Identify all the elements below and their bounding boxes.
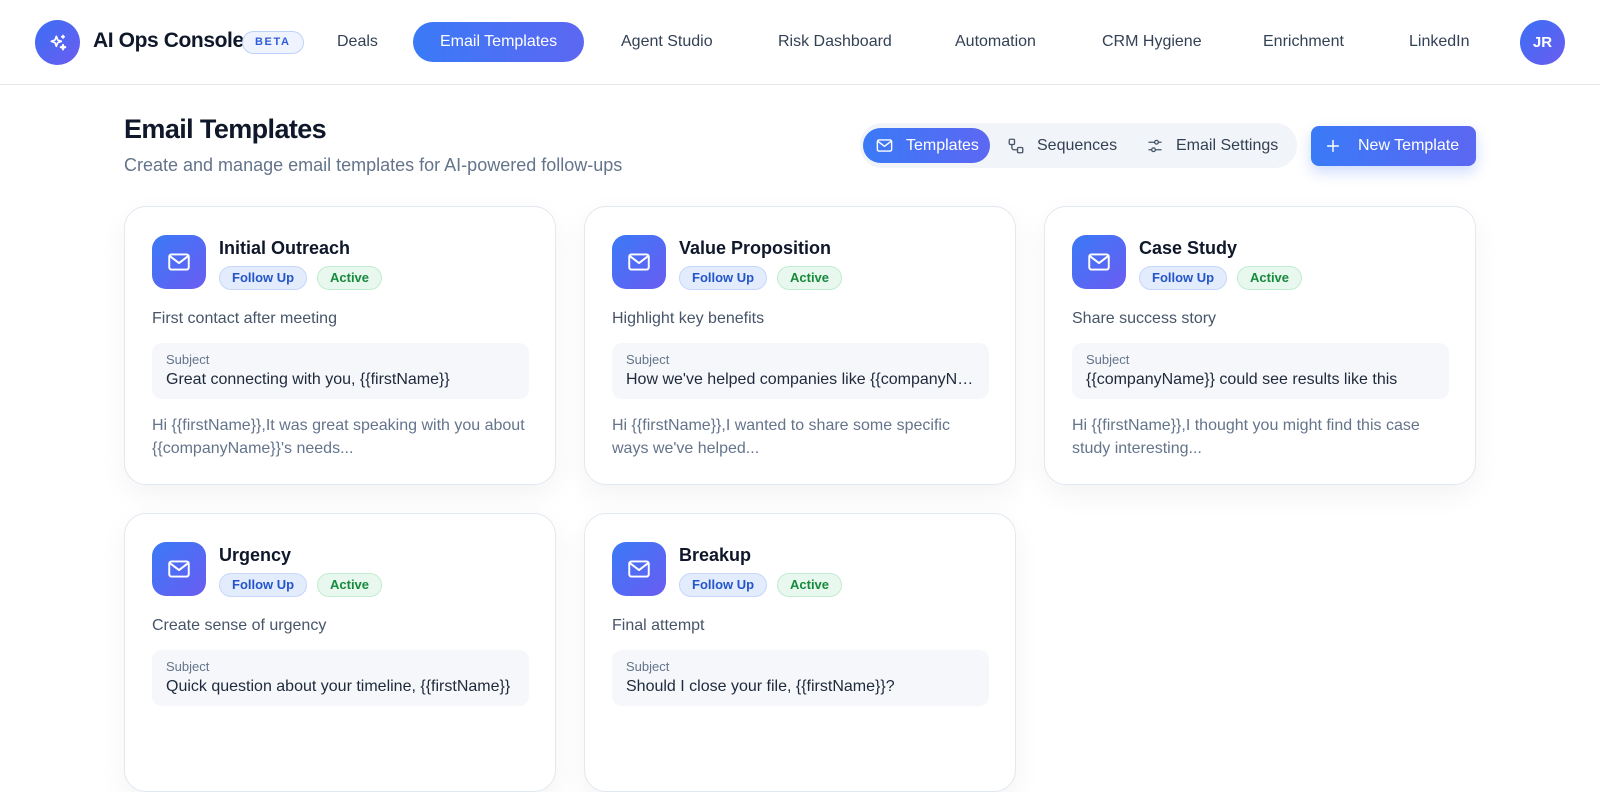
template-name: Case Study: [1139, 238, 1238, 258]
nav-item-risk-dashboard[interactable]: Risk Dashboard: [778, 22, 892, 62]
nav-item-automation[interactable]: Automation: [955, 22, 1036, 62]
top-navbar: AI Ops Console BETA Deals Email Template…: [0, 0, 1600, 85]
body-preview: Hi {{firstName}},It was great speaking w…: [152, 417, 525, 457]
nav-item-email-templates[interactable]: Email Templates: [413, 22, 585, 62]
subject-text: Quick question about your timeline, {{fi…: [166, 678, 511, 695]
nav-item-crm-hygiene[interactable]: CRM Hygiene: [1102, 22, 1202, 62]
sparkle-logo-icon[interactable]: [35, 20, 80, 65]
plus-icon: [1326, 139, 1340, 153]
template-name: Urgency: [219, 545, 292, 565]
mail-icon: [876, 139, 893, 152]
mail-icon: [612, 542, 666, 596]
mail-icon: [152, 235, 206, 289]
subject-text: {{companyName}} could see results like t…: [1086, 371, 1398, 388]
subject-box: Subject Should I close your file, {{firs…: [612, 650, 989, 706]
nav-item-linkedin[interactable]: LinkedIn: [1409, 22, 1470, 62]
subject-label: Subject: [166, 352, 210, 367]
template-card-case-study[interactable]: Case Study Follow Up Active Share succes…: [1044, 206, 1476, 485]
type-badge: Follow Up: [219, 266, 308, 290]
subject-label: Subject: [626, 659, 670, 674]
beta-badge: BETA: [242, 31, 304, 54]
body-preview: Hi {{firstName}},I wanted to share some …: [612, 417, 950, 457]
page-title: Email Templates: [124, 114, 327, 144]
type-badge: Follow Up: [1139, 266, 1228, 290]
settings-sliders-icon: [1148, 139, 1162, 152]
type-badge: Follow Up: [219, 573, 308, 597]
subject-label: Subject: [166, 659, 210, 674]
sequence-icon: [1008, 138, 1024, 153]
tab-templates-label: Templates: [906, 137, 979, 154]
status-badge: Active: [777, 266, 843, 290]
tab-email-settings-label: Email Settings: [1176, 137, 1279, 154]
nav-item-agent-studio[interactable]: Agent Studio: [621, 22, 713, 62]
app-title: AI Ops Console: [93, 29, 244, 52]
body-preview: Hi {{firstName}},I thought you might fin…: [1072, 417, 1420, 457]
subject-label: Subject: [1086, 352, 1130, 367]
template-name: Breakup: [679, 545, 752, 565]
template-card-initial-outreach[interactable]: Initial Outreach Follow Up Active First …: [124, 206, 556, 485]
template-description: Create sense of urgency: [152, 617, 327, 634]
subject-text: Should I close your file, {{firstName}}?: [626, 678, 895, 695]
subject-box: Subject Quick question about your timeli…: [152, 650, 529, 706]
template-card-breakup[interactable]: Breakup Follow Up Active Final attempt S…: [584, 513, 1016, 792]
page-subtitle: Create and manage email templates for AI…: [124, 155, 623, 175]
tab-templates[interactable]: Templates: [863, 128, 990, 163]
status-badge: Active: [317, 266, 383, 290]
type-badge: Follow Up: [679, 266, 768, 290]
subject-label: Subject: [626, 352, 670, 367]
tab-email-settings[interactable]: Email Settings: [1146, 128, 1278, 163]
tab-sequences[interactable]: Sequences: [1007, 128, 1117, 163]
view-tabs: Templates Sequences Email Settings: [860, 123, 1297, 168]
status-badge: Active: [317, 573, 383, 597]
nav-item-enrichment[interactable]: Enrichment: [1263, 22, 1344, 62]
subject-text: Great connecting with you, {{firstName}}: [166, 371, 450, 388]
template-name: Initial Outreach: [219, 238, 351, 258]
mail-icon: [1072, 235, 1126, 289]
template-card-urgency[interactable]: Urgency Follow Up Active Create sense of…: [124, 513, 556, 792]
new-template-label: New Template: [1358, 137, 1460, 154]
template-grid: Initial Outreach Follow Up Active First …: [124, 206, 1476, 792]
nav-item-deals[interactable]: Deals: [337, 22, 378, 62]
template-description: First contact after meeting: [152, 310, 337, 327]
mail-icon: [612, 235, 666, 289]
template-card-value-proposition[interactable]: Value Proposition Follow Up Active Highl…: [584, 206, 1016, 485]
subject-box: Subject {{companyName}} could see result…: [1072, 343, 1449, 399]
template-name: Value Proposition: [679, 238, 832, 258]
subject-text: How we've helped companies like {{compan…: [626, 371, 975, 388]
new-template-button[interactable]: New Template: [1311, 126, 1476, 166]
template-description: Final attempt: [612, 617, 705, 634]
subject-box: Subject How we've helped companies like …: [612, 343, 989, 399]
type-badge: Follow Up: [679, 573, 768, 597]
subject-box: Subject Great connecting with you, {{fir…: [152, 343, 529, 399]
mail-icon: [152, 542, 206, 596]
tab-sequences-label: Sequences: [1037, 137, 1118, 154]
template-description: Share success story: [1072, 310, 1217, 327]
user-avatar[interactable]: JR: [1520, 20, 1565, 65]
status-badge: Active: [777, 573, 843, 597]
template-description: Highlight key benefits: [612, 310, 765, 327]
status-badge: Active: [1237, 266, 1303, 290]
